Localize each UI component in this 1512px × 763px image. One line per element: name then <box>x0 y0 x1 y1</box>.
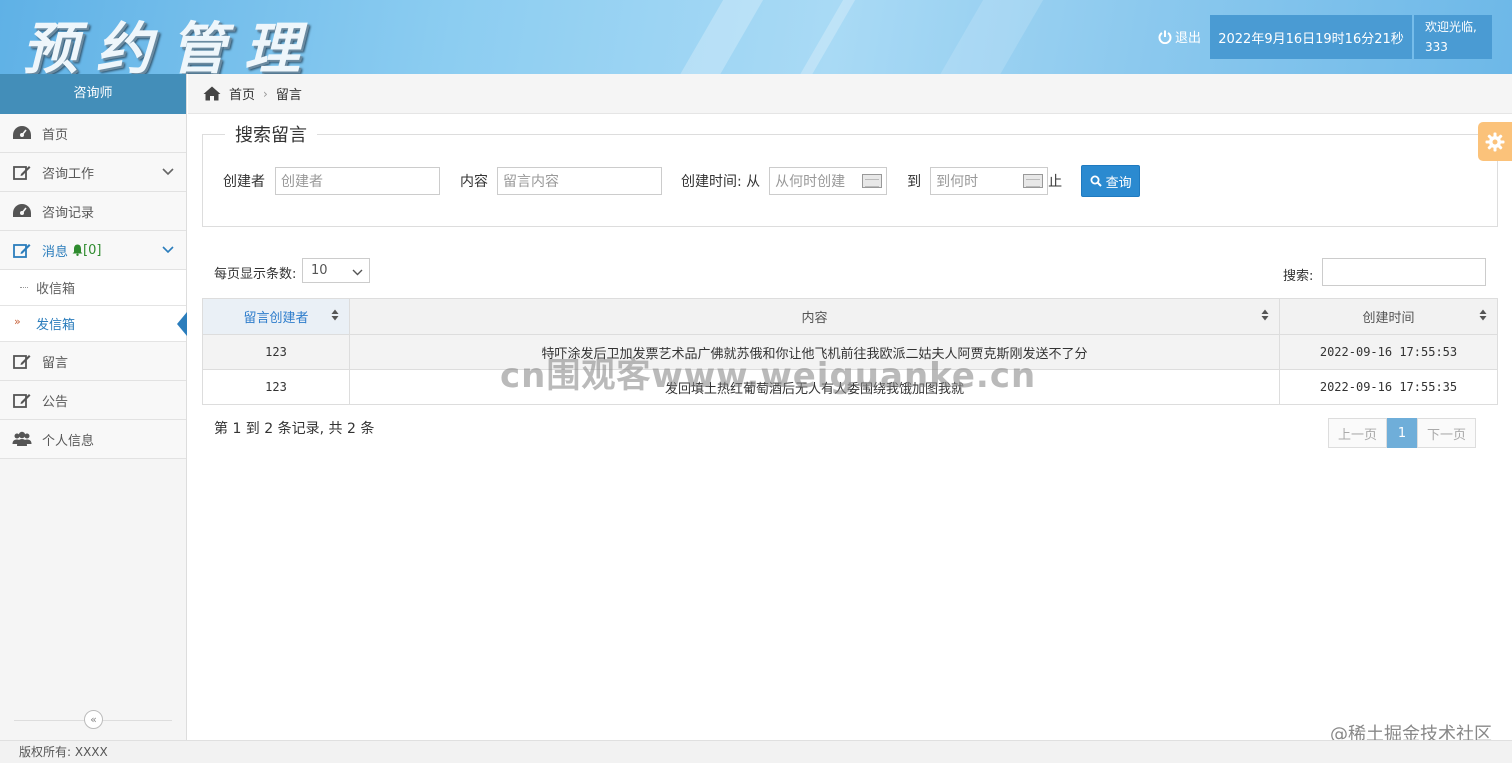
sidebar-collapse-button[interactable]: « <box>84 710 103 729</box>
sort-icon <box>1479 309 1487 325</box>
to-date-input[interactable]: 到何时 <box>930 167 1049 195</box>
chevron-right-icon: › <box>263 86 268 101</box>
message-count-badge: [0] <box>83 242 102 258</box>
search-icon <box>1090 175 1102 187</box>
app-logo: 预约管理 <box>22 16 318 74</box>
edit-icon <box>12 163 32 181</box>
column-header-creator[interactable]: 留言创建者 <box>202 298 350 335</box>
breadcrumb-current: 留言 <box>275 88 302 103</box>
page-length-label: 每页显示条数: <box>214 267 297 282</box>
chevron-down-icon <box>352 265 363 280</box>
copyright-text: 版权所有: XXXX <box>19 745 108 759</box>
from-date-input[interactable]: 从何时创建 <box>769 167 888 195</box>
settings-toggle[interactable] <box>1478 122 1512 161</box>
sort-icon <box>1261 309 1269 325</box>
welcome-box: 欢迎光临, 333 <box>1414 15 1492 59</box>
next-page-button[interactable]: 下一页 <box>1417 418 1476 448</box>
chevron-down-icon <box>162 165 174 180</box>
sidebar-item-label: 消息 <box>42 244 69 260</box>
sidebar-item-profile[interactable]: 个人信息 <box>0 420 186 459</box>
datetime-display: 2022年9月16日19时16分21秒 <box>1210 15 1412 59</box>
home-icon[interactable] <box>203 86 221 101</box>
query-button[interactable]: 查询 <box>1081 165 1141 197</box>
sidebar: 咨询师 首页 咨询工作 咨询记录 消息 [0] 收信箱 » 发信箱 留言 公告 … <box>0 74 187 740</box>
sidebar-item-label: 公告 <box>42 394 69 410</box>
double-chevron-right-icon: » <box>14 315 21 328</box>
logout-button[interactable]: 退出 <box>1158 27 1201 46</box>
edit-icon <box>12 241 32 259</box>
sidebar-item-consult-work[interactable]: 咨询工作 <box>0 153 186 192</box>
users-icon <box>12 430 32 448</box>
cell-time: 2022-09-16 17:55:35 <box>1279 369 1498 405</box>
sidebar-item-label: 个人信息 <box>42 433 95 449</box>
sidebar-item-label: 发信箱 <box>36 318 76 333</box>
calendar-icon[interactable] <box>862 174 883 188</box>
sidebar-item-label: 咨询记录 <box>42 205 95 221</box>
content-label: 内容 <box>460 174 488 190</box>
table-search-input[interactable] <box>1322 258 1486 286</box>
search-panel-title: 搜索留言 <box>225 121 317 147</box>
from-date-placeholder: 从何时创建 <box>775 174 846 190</box>
dashboard-icon <box>12 202 32 220</box>
edit-icon <box>12 352 32 370</box>
logout-label: 退出 <box>1175 31 1202 46</box>
pagination: 上一页 1 下一页 <box>1328 418 1476 448</box>
sidebar-item-consult-records[interactable]: 咨询记录 <box>0 192 186 231</box>
page-button-current[interactable]: 1 <box>1387 418 1417 448</box>
search-form: 创建者 创建者 内容 留言内容 创建时间: 从 从何时创建 到 到何时 止 查询 <box>223 165 1141 197</box>
breadcrumb: 首页 › 留言 <box>188 74 1512 114</box>
edit-icon <box>12 391 32 409</box>
sidebar-item-guestbook[interactable]: 留言 <box>0 342 186 381</box>
search-panel: 搜索留言 创建者 创建者 内容 留言内容 创建时间: 从 从何时创建 到 到何时… <box>202 121 1498 227</box>
table-search-label: 搜索: <box>1283 269 1314 284</box>
page-length-value: 10 <box>311 263 328 278</box>
sidebar-item-label: 收信箱 <box>36 282 76 297</box>
cell-creator: 123 <box>202 369 350 405</box>
chevron-down-icon <box>162 243 174 258</box>
sidebar-item-label: 首页 <box>42 127 69 143</box>
welcome-text: 欢迎光临, <box>1425 20 1477 34</box>
dashboard-icon <box>12 124 32 142</box>
column-header-content[interactable]: 内容 <box>349 298 1280 335</box>
creator-input[interactable]: 创建者 <box>275 167 440 195</box>
sidebar-item-label: 留言 <box>42 355 69 371</box>
query-button-label: 查询 <box>1105 175 1132 191</box>
gear-icon <box>1485 132 1505 151</box>
sidebar-role-title: 咨询师 <box>0 74 186 114</box>
sort-icon <box>331 309 339 325</box>
calendar-icon[interactable] <box>1023 174 1044 188</box>
end-label: 止 <box>1048 174 1063 190</box>
footer: 版权所有: XXXX <box>0 740 1512 763</box>
breadcrumb-home-link[interactable]: 首页 <box>229 84 255 103</box>
column-header-time[interactable]: 创建时间 <box>1279 298 1498 335</box>
sidebar-item-home[interactable]: 首页 <box>0 114 186 153</box>
content-input[interactable]: 留言内容 <box>497 167 662 195</box>
sidebar-subitem-outbox[interactable]: » 发信箱 <box>0 306 187 342</box>
cell-time: 2022-09-16 17:55:53 <box>1279 334 1498 370</box>
to-label: 到 <box>907 174 922 190</box>
time-label: 创建时间: 从 <box>681 174 761 190</box>
to-date-placeholder: 到何时 <box>936 174 979 190</box>
sidebar-item-notice[interactable]: 公告 <box>0 381 186 420</box>
cell-creator: 123 <box>202 334 350 370</box>
power-icon <box>1158 30 1172 44</box>
prev-page-button[interactable]: 上一页 <box>1328 418 1387 448</box>
table-info: 第 1 到 2 条记录, 共 2 条 <box>214 421 375 437</box>
username: 333 <box>1425 40 1448 54</box>
creator-label: 创建者 <box>223 174 265 190</box>
bell-icon <box>72 244 83 256</box>
sidebar-item-label: 咨询工作 <box>42 166 95 182</box>
watermark-text: cn围观客www.weiguanke.cn <box>500 356 1037 396</box>
header-banner: 预约管理 退出 2022年9月16日19时16分21秒 欢迎光临, 333 <box>0 0 1512 74</box>
page-length-select[interactable]: 10 <box>302 258 370 283</box>
sidebar-item-messages[interactable]: 消息 [0] <box>0 231 186 270</box>
sidebar-subitem-inbox[interactable]: 收信箱 <box>0 270 186 306</box>
